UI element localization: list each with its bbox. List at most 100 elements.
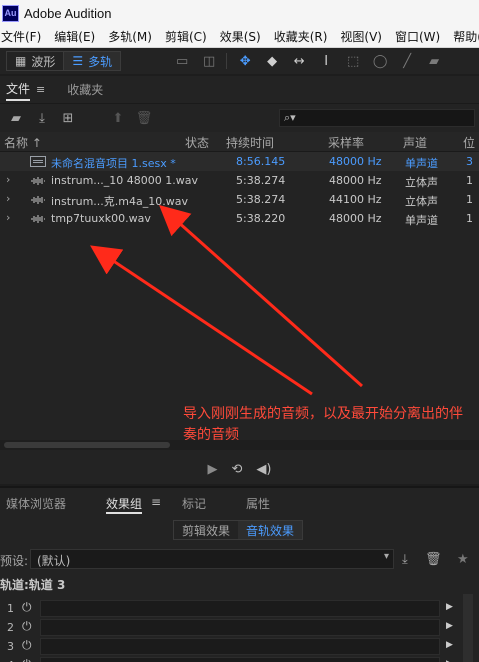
chevron-right-icon[interactable]: › (6, 192, 10, 205)
preset-dropdown[interactable]: (默认) ▾ (30, 549, 394, 569)
file-name: instrum...克.m4a_10.wav (51, 195, 188, 208)
window-title: Adobe Audition (24, 5, 112, 21)
files-panel: 文件 ≡ 收藏夹 ▰ ⤓ ⊞ ⬆ 🗑 ⌕▾ 名称 ↑ 状态 持续时间 采样率 声… (0, 76, 479, 484)
audio-file-icon (31, 177, 45, 185)
new-file-icon[interactable]: ⊞ (58, 109, 78, 127)
preset-value: (默认) (37, 554, 71, 568)
save-preset-icon[interactable]: ⤓ (402, 552, 408, 567)
loop-icon[interactable]: ⟲ (232, 462, 243, 477)
brush-tool-icon[interactable]: ╱ (398, 52, 416, 70)
menu-multitrack[interactable]: 多轨(M) (108, 28, 156, 45)
menu-effects[interactable]: 效果(S) (220, 28, 265, 45)
autoplay-icon[interactable]: ◀) (256, 462, 271, 477)
menu-file[interactable]: 文件(F) (1, 28, 45, 45)
tab-markers[interactable]: 标记 (182, 495, 206, 512)
panel-menu-icon[interactable]: ≡ (151, 495, 161, 509)
file-list: 未命名混音项目 1.sesx * 8:56.145 48000 Hz 单声道 3… (0, 152, 479, 228)
menu-favorites[interactable]: 收藏夹(R) (274, 28, 332, 45)
list-item[interactable]: › tmp7tuuxk00.wav 5:38.220 48000 Hz 单声道 … (0, 209, 479, 228)
track-label: 轨道:轨道 3 (0, 578, 66, 592)
panel-menu-icon[interactable]: ≡ (36, 83, 45, 96)
play-icon[interactable]: ▶ (208, 462, 218, 477)
multitrack-label: 多轨 (88, 54, 113, 69)
effect-slot-field[interactable] (40, 619, 440, 636)
effect-slot[interactable]: 3 ⏻ ▶ (0, 637, 479, 656)
effects-rack-panel: 媒体浏览器 效果组 ≡ 标记 属性 剪辑效果 音轨效果 预设: (默认) ▾ ⤓… (0, 486, 479, 662)
menu-view[interactable]: 视图(V) (340, 28, 386, 45)
play-icon[interactable]: ▶ (446, 602, 453, 612)
effects-subtabs: 剪辑效果 音轨效果 (173, 520, 304, 540)
effect-slot-field[interactable] (40, 600, 440, 617)
view-toggle: ▦ 波形 ☰ 多轨 (6, 51, 122, 71)
tab-files[interactable]: 文件 (6, 78, 31, 101)
open-folder-icon[interactable]: ▰ (6, 109, 26, 127)
menu-help[interactable]: 帮助(H (453, 28, 479, 45)
power-icon[interactable]: ⏻ (22, 619, 32, 634)
file-bits: 1 (466, 212, 473, 225)
main-toolbar: ▦ 波形 ☰ 多轨 ▭ ◫ ✥ ◆ ↔ I ⬚ ◯ ╱ ▰ (0, 48, 479, 74)
file-sample-rate: 48000 Hz (329, 174, 382, 187)
preset-row: 预设: (默认) ▾ ⤓ 🗑 ★ (0, 547, 479, 573)
effect-slot-field[interactable] (40, 638, 440, 655)
menu-window[interactable]: 窗口(W) (395, 28, 444, 45)
spectral-pitch-icon[interactable]: ◫ (200, 52, 218, 70)
play-icon[interactable]: ▶ (446, 640, 453, 650)
list-item[interactable]: › instrum...克.m4a_10.wav 5:38.274 44100 … (0, 190, 479, 209)
spot-healing-tool-icon[interactable]: ▰ (425, 52, 443, 70)
tab-clip-effects[interactable]: 剪辑效果 (174, 521, 238, 539)
tab-track-effects[interactable]: 音轨效果 (238, 521, 303, 539)
col-channels[interactable]: 声道 (403, 134, 427, 151)
vertical-scrollbar[interactable] (463, 594, 473, 662)
file-duration: 5:38.274 (236, 193, 286, 206)
effect-slot-field[interactable] (40, 657, 440, 662)
lasso-tool-icon[interactable]: ◯ (371, 52, 389, 70)
menu-clip[interactable]: 剪辑(C) (165, 28, 211, 45)
col-bits[interactable]: 位 (463, 134, 475, 151)
insert-into-multitrack-icon[interactable]: ⬆ (108, 109, 128, 127)
spectral-frequency-icon[interactable]: ▭ (173, 52, 191, 70)
slot-number: 3 (7, 640, 14, 653)
favorite-star-icon[interactable]: ★ (457, 552, 469, 567)
time-selection-tool-icon[interactable]: I (317, 52, 335, 70)
waveform-view-button[interactable]: ▦ 波形 (7, 52, 63, 70)
col-duration[interactable]: 持续时间 (226, 134, 274, 151)
power-icon[interactable]: ⏻ (22, 638, 32, 653)
file-duration: 5:38.274 (236, 174, 286, 187)
chevron-right-icon[interactable]: › (6, 173, 10, 186)
delete-file-icon[interactable]: 🗑 (134, 109, 154, 127)
razor-tool-icon[interactable]: ◆ (263, 52, 281, 70)
power-icon[interactable]: ⏻ (22, 657, 32, 662)
file-sample-rate: 48000 Hz (329, 155, 382, 168)
col-status[interactable]: 状态 (185, 134, 209, 151)
list-item[interactable]: › instrum..._10 48000 1.wav 5:38.274 480… (0, 171, 479, 190)
menu-edit[interactable]: 编辑(E) (54, 28, 99, 45)
marquee-tool-icon[interactable]: ⬚ (344, 52, 362, 70)
tab-properties[interactable]: 属性 (246, 495, 270, 512)
files-column-headers: 名称 ↑ 状态 持续时间 采样率 声道 位 (0, 132, 479, 152)
effect-slot[interactable]: 4 ⏻ ▶ (0, 656, 479, 662)
power-icon[interactable]: ⏻ (22, 600, 32, 615)
import-file-icon[interactable]: ⤓ (32, 109, 52, 127)
chevron-right-icon[interactable]: › (6, 211, 10, 224)
effect-slot[interactable]: 2 ⏻ ▶ (0, 618, 479, 637)
col-sample-rate[interactable]: 采样率 (328, 134, 364, 151)
move-tool-icon[interactable]: ✥ (236, 52, 254, 70)
play-icon[interactable]: ▶ (446, 621, 453, 631)
audio-file-icon (31, 196, 45, 204)
col-name[interactable]: 名称 ↑ (4, 134, 42, 151)
preview-transport: ▶ ⟲ ◀) (0, 458, 479, 480)
file-channels: 单声道 (405, 157, 438, 170)
delete-preset-icon[interactable]: 🗑 (425, 552, 442, 567)
tab-effects-rack[interactable]: 效果组 (106, 495, 143, 514)
multitrack-view-button[interactable]: ☰ 多轨 (63, 52, 121, 70)
tab-favorites[interactable]: 收藏夹 (67, 79, 103, 100)
multitrack-icon: ☰ (72, 54, 84, 68)
horizontal-scrollbar[interactable] (4, 442, 170, 448)
effect-slot[interactable]: 1 ⏻ ▶ (0, 599, 479, 618)
slip-tool-icon[interactable]: ↔ (290, 52, 308, 70)
tab-media-browser[interactable]: 媒体浏览器 (6, 495, 66, 512)
files-search-input[interactable]: ⌕▾ (279, 109, 475, 127)
list-item[interactable]: 未命名混音项目 1.sesx * 8:56.145 48000 Hz 单声道 3 (0, 152, 479, 171)
file-channels: 立体声 (405, 176, 438, 189)
file-channels: 立体声 (405, 195, 438, 208)
